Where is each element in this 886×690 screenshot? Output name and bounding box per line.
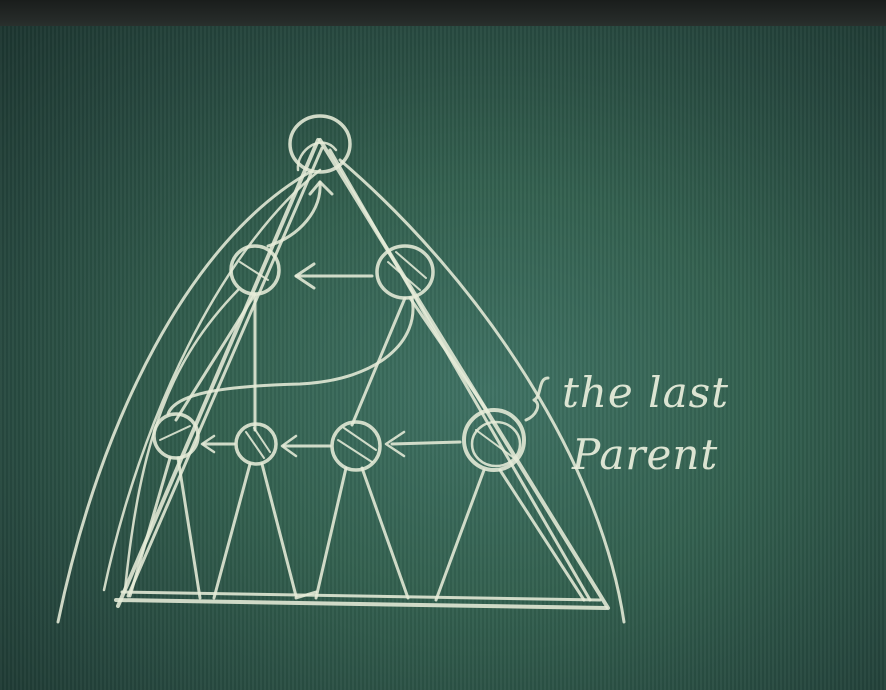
- level2-node-2: [234, 422, 278, 466]
- annotation-the-last: the last: [562, 368, 730, 417]
- subtree-triangles: [128, 456, 586, 602]
- label-bracket: [524, 376, 550, 422]
- root-node: [288, 114, 352, 174]
- level1-right-node: [375, 244, 435, 300]
- annotation-parent: Parent: [572, 430, 719, 479]
- tree-edges: [123, 288, 490, 592]
- tree-diagram: [56, 114, 626, 624]
- level2-node-3: [330, 420, 382, 472]
- arrow-level1: [294, 262, 374, 290]
- blackboard-photo: the last Parent: [0, 0, 886, 690]
